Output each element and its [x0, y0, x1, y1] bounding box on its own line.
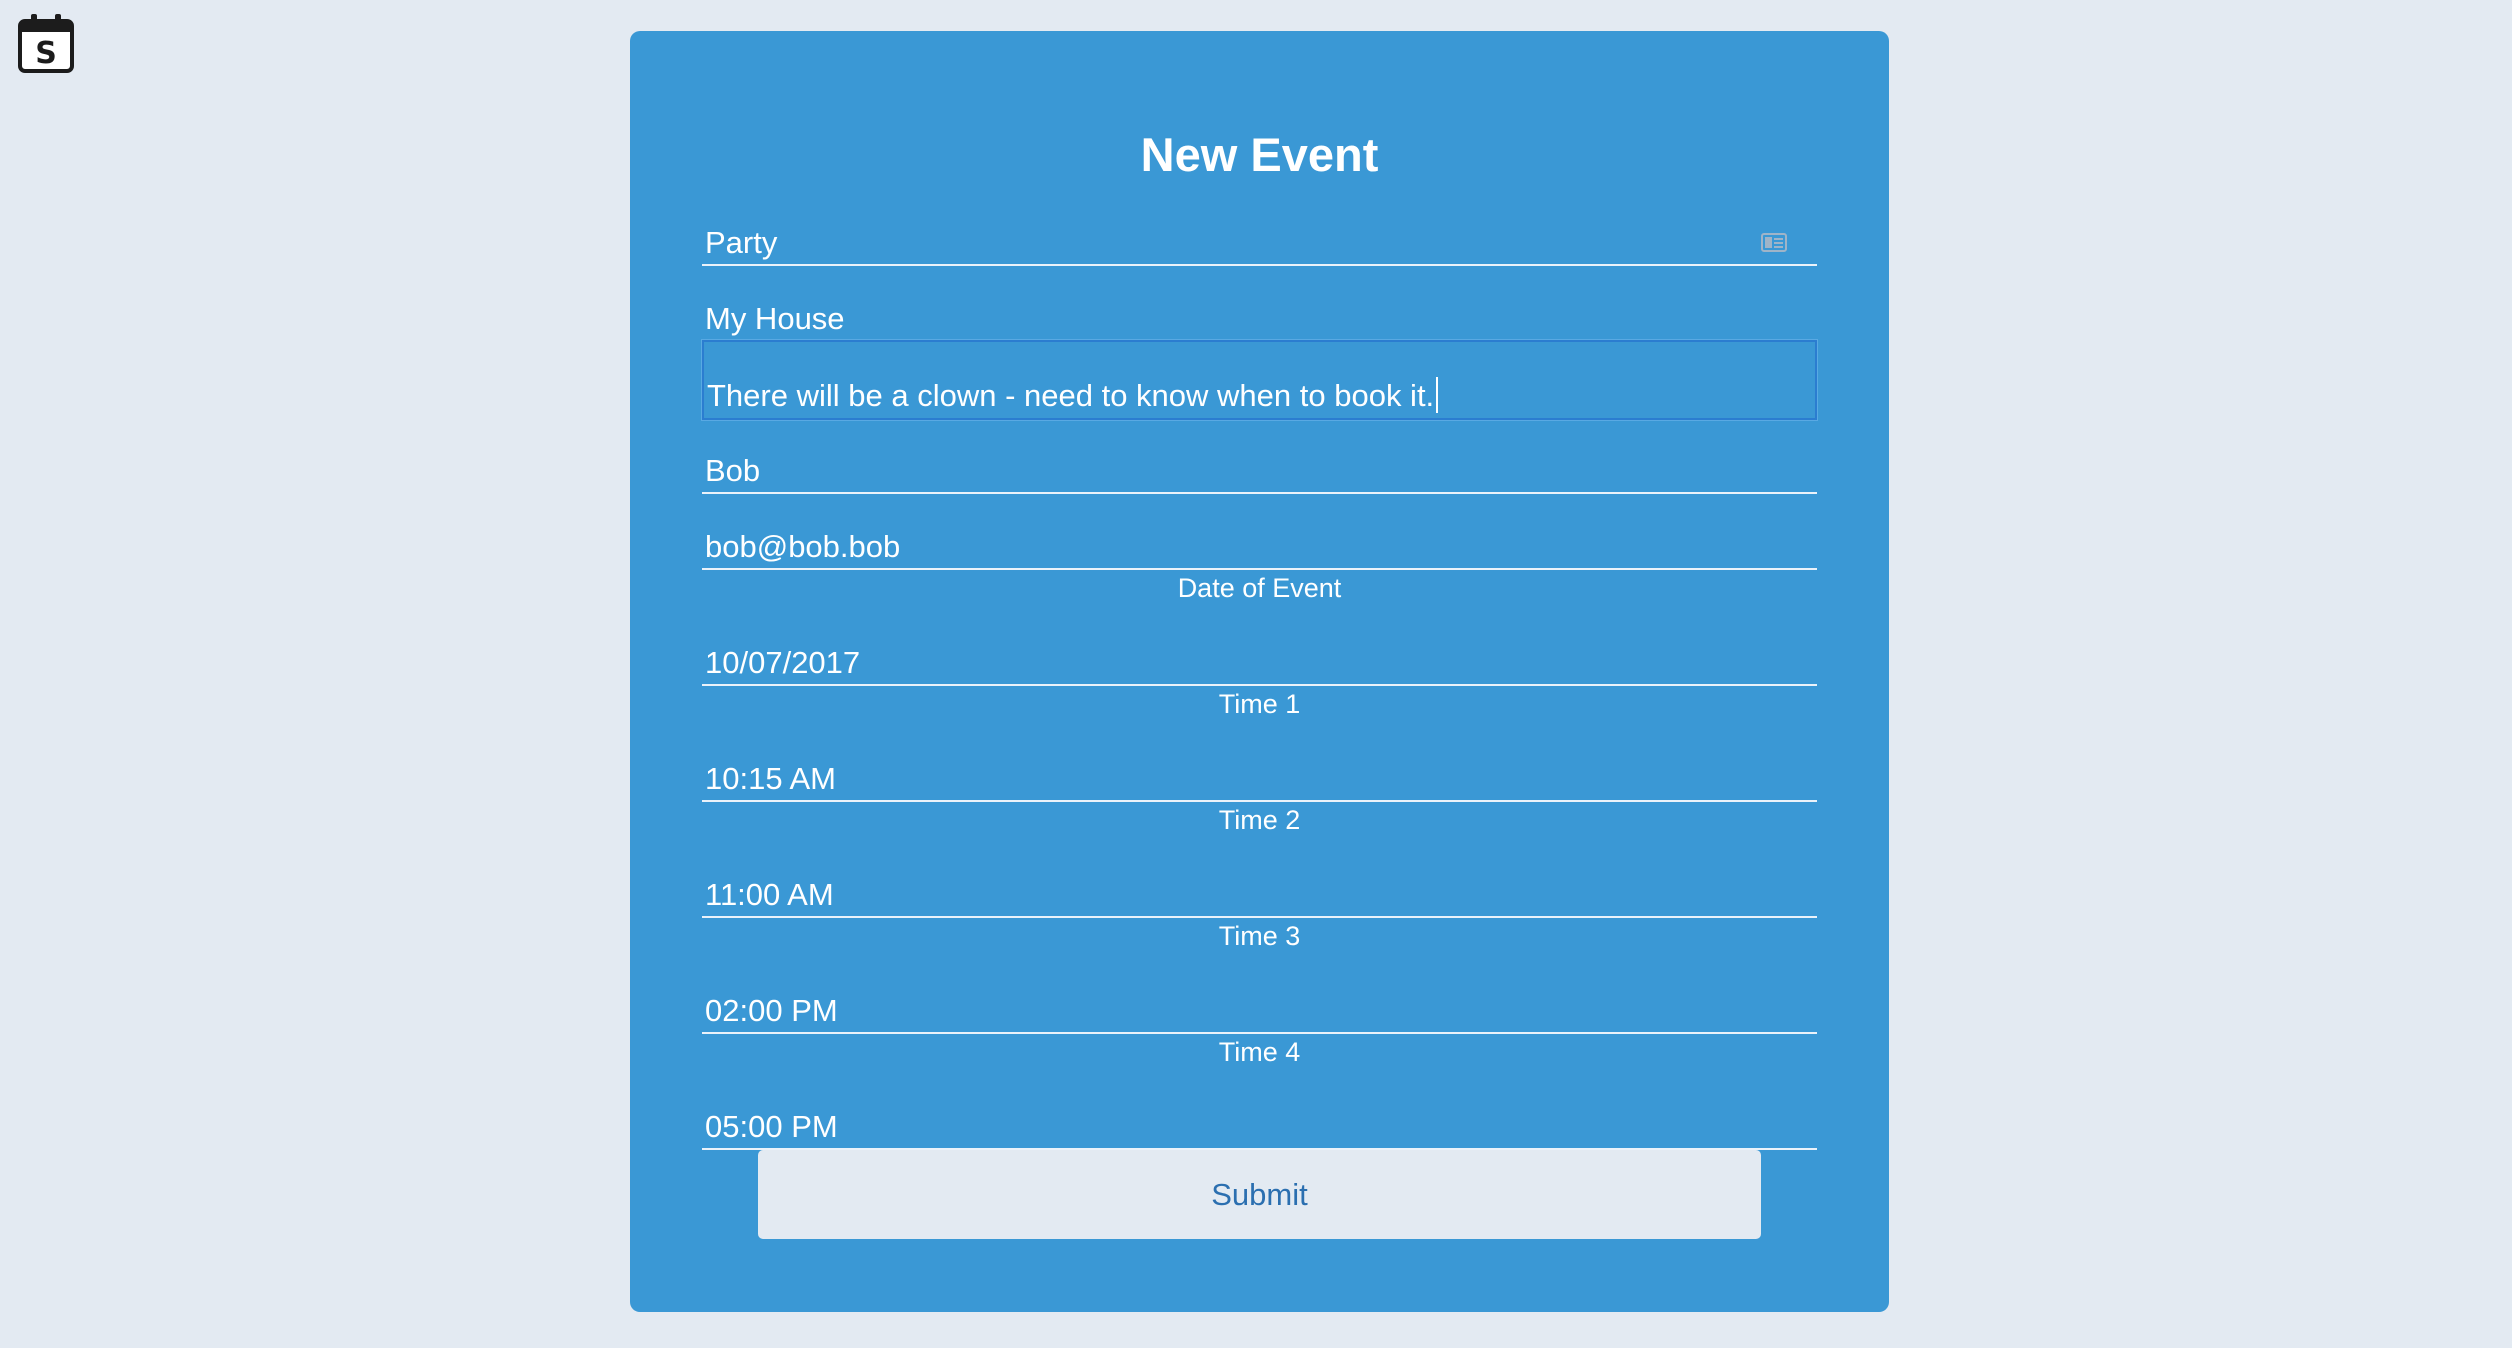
description-text-wrap: There will be a clown - need to know whe…	[707, 377, 1439, 413]
location-input[interactable]: My House	[702, 296, 1817, 342]
organizer-email-value: bob@bob.bob	[705, 529, 901, 564]
description-value: There will be a clown - need to know whe…	[707, 378, 1435, 413]
time-4-label: Time 4	[1218, 1037, 1301, 1067]
contact-card-icon[interactable]	[1761, 233, 1787, 252]
event-name-input[interactable]: Party	[702, 220, 1817, 266]
event-name-value: Party	[705, 225, 778, 260]
text-caret	[1436, 377, 1439, 413]
time-3-input[interactable]: 02:00 PM	[702, 988, 1817, 1034]
time-1-label: Time 1	[1218, 689, 1301, 719]
new-event-card: New Event Party My House There will be a…	[630, 31, 1889, 1312]
time-4-input[interactable]: 05:00 PM	[702, 1104, 1817, 1150]
date-input[interactable]: 10/07/2017	[702, 640, 1817, 686]
time-2-value: 11:00 AM	[705, 877, 834, 912]
date-label: Date of Event	[1177, 573, 1342, 603]
submit-button[interactable]: Submit	[758, 1150, 1761, 1239]
organizer-name-value: Bob	[705, 453, 761, 488]
time-4-value: 05:00 PM	[705, 1109, 838, 1144]
time-2-label: Time 2	[1218, 805, 1301, 835]
description-input[interactable]: There will be a clown - need to know whe…	[702, 340, 1817, 420]
location-value: My House	[705, 301, 845, 336]
calendar-s-icon[interactable]: S	[17, 12, 75, 74]
time-2-input[interactable]: 11:00 AM	[702, 872, 1817, 918]
organizer-name-input[interactable]: Bob	[702, 448, 1817, 494]
time-1-value: 10:15 AM	[705, 761, 836, 796]
organizer-email-input[interactable]: bob@bob.bob	[702, 524, 1817, 570]
form-title: New Event	[1140, 128, 1379, 181]
logo-letter: S	[35, 36, 57, 71]
time-3-value: 02:00 PM	[705, 993, 838, 1028]
date-value: 10/07/2017	[705, 645, 861, 680]
time-1-input[interactable]: 10:15 AM	[702, 756, 1817, 802]
time-3-label: Time 3	[1218, 921, 1301, 951]
